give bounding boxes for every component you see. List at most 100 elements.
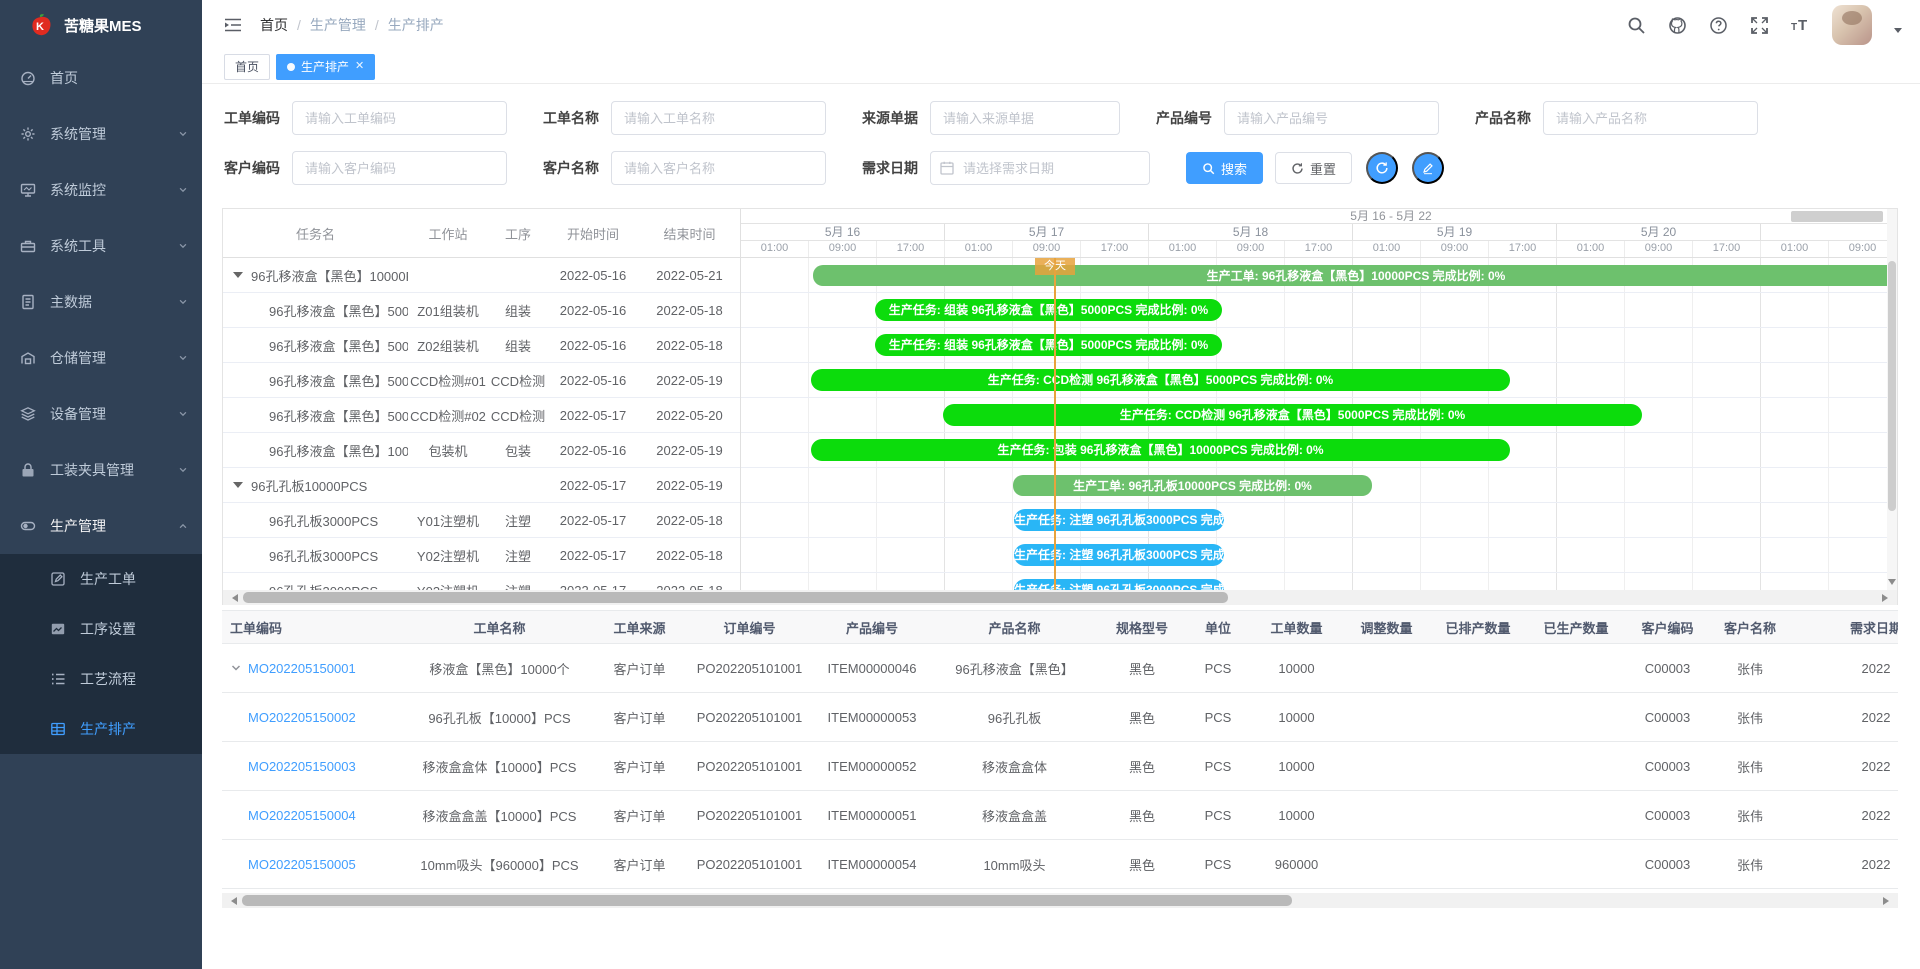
workstation-cell: 包装机 [408,441,488,460]
task-bar[interactable]: 生产任务: CCD检测 96孔移液盒【黑色】5000PCS 完成比例: 0% [811,369,1510,391]
row-expand-chevron-icon[interactable] [230,662,242,674]
filter-input-来源单据[interactable] [930,101,1120,135]
gantt-task-row[interactable]: 96孔移液盒【黑色】5000PCSCCD检测#02CCD检测2022-05-17… [223,398,740,433]
filter-input-客户编码[interactable] [292,151,507,185]
orders-hscroll-right-arrow[interactable] [1883,897,1893,905]
chevron-down-icon [178,297,188,307]
font-size-icon[interactable]: TT [1791,16,1810,35]
gantt-task-row[interactable]: 96孔移液盒【黑色】10000PCS2022-05-162022-05-21 [223,258,740,293]
orders-column-header: 调整数量 [1344,618,1429,637]
work-order-bar[interactable]: 生产工单: 96孔移液盒【黑色】10000PCS 完成比例: 0% [813,265,1887,286]
work-order-bar[interactable]: 生产工单: 96孔孔板10000PCS 完成比例: 0% [1013,475,1372,496]
help-icon[interactable] [1709,16,1728,35]
gantt-hscroll-right-arrow[interactable] [1882,594,1892,602]
work-order-link[interactable]: MO202205150001 [248,661,356,676]
sidebar-item-系统管理[interactable]: 系统管理 [0,106,202,162]
sidebar-item-生产工单[interactable]: 生产工单 [0,554,202,604]
sidebar-item-工序设置[interactable]: 工序设置 [0,604,202,654]
breadcrumb-item[interactable]: 生产排产 [388,15,444,35]
gantt-task-row[interactable]: 96孔移液盒【黑色】5000PCSZ01组装机组装2022-05-162022-… [223,293,740,328]
breadcrumb-item[interactable]: 首页 [260,15,288,35]
gantt-task-row[interactable]: 96孔移液盒【黑色】10000PCS包装机包装2022-05-162022-05… [223,433,740,468]
filter-input-工单名称[interactable] [611,101,826,135]
gantt-vscroll-thumb[interactable] [1888,261,1896,511]
gantt-hscroll-left-arrow[interactable] [228,594,238,602]
gantt-vertical-scrollbar[interactable] [1887,209,1897,591]
orders-cell: PCS [1187,759,1249,774]
orders-cell: 96孔孔板 [932,708,1097,727]
search-icon[interactable] [1627,16,1646,35]
orders-cell: 张伟 [1710,659,1790,678]
image-icon [50,621,66,637]
filter-input-工单编码[interactable] [292,101,507,135]
sidebar-item-生产排产[interactable]: 生产排产 [0,704,202,754]
reset-button[interactable]: 重置 [1275,152,1352,184]
orders-hscroll-left-arrow[interactable] [227,897,237,905]
sidebar-item-仓储管理[interactable]: 仓储管理 [0,330,202,386]
sidebar-item-工艺流程[interactable]: 工艺流程 [0,654,202,704]
avatar[interactable] [1832,5,1872,45]
app-logo[interactable]: K 苦糖果MES [0,0,202,50]
work-order-link[interactable]: MO202205150004 [248,808,356,823]
github-icon[interactable] [1668,16,1687,35]
work-order-link[interactable]: MO202205150002 [248,710,356,725]
tab-首页[interactable]: 首页 [224,54,270,80]
edit-circle-button[interactable] [1412,152,1444,184]
task-bar[interactable]: 生产任务: 注塑 96孔孔板3000PCS 完成比例: 0% [1014,509,1224,531]
expand-caret-icon[interactable] [233,272,243,278]
gantt-day-label: 5月 19 [1353,224,1557,240]
work-order-link[interactable]: MO202205150005 [248,857,356,872]
orders-cell: 客户订单 [592,659,687,678]
gantt-hscroll-thumb[interactable] [243,592,1228,603]
filter-input-产品名称[interactable] [1543,101,1758,135]
sidebar-item-label: 工装夹具管理 [50,460,178,480]
demand-date-input[interactable] [930,151,1150,185]
gantt-task-row[interactable]: 96孔移液盒【黑色】5000PCSZ02组装机组装2022-05-162022-… [223,328,740,363]
fullscreen-icon[interactable] [1750,16,1769,35]
orders-table-row: MO20220515000510mm吸头【960000】PCS客户订单PO202… [222,840,1898,889]
sidebar-item-生产管理[interactable]: 生产管理 [0,498,202,554]
sidebar-item-主数据[interactable]: 主数据 [0,274,202,330]
sidebar-item-首页[interactable]: 首页 [0,50,202,106]
breadcrumb-item[interactable]: 生产管理 [310,15,366,35]
sidebar-item-设备管理[interactable]: 设备管理 [0,386,202,442]
task-bar[interactable]: 生产任务: 注塑 96孔孔板3000PCS 完成比例: 0% [1014,579,1224,590]
task-bar[interactable]: 生产任务: 包装 96孔移液盒【黑色】10000PCS 完成比例: 0% [811,439,1510,461]
refresh-icon [1375,161,1389,175]
caret-down-icon[interactable] [1894,28,1902,37]
search-button[interactable]: 搜索 [1186,152,1263,184]
orders-column-header: 订单编号 [687,618,812,637]
gantt-task-row[interactable]: 96孔孔板10000PCS2022-05-172022-05-19 [223,468,740,503]
task-bar[interactable]: 生产任务: 组装 96孔移液盒【黑色】5000PCS 完成比例: 0% [875,334,1222,356]
gantt-task-row[interactable]: 96孔移液盒【黑色】5000PCSCCD检测#01CCD检测2022-05-16… [223,363,740,398]
breadcrumb-separator: / [297,17,301,33]
orders-column-header: 产品编号 [812,618,932,637]
task-bar[interactable]: 生产任务: 注塑 96孔孔板3000PCS 完成比例: 0% [1014,544,1224,566]
gantt-scroll-thumb[interactable] [1791,211,1883,222]
orders-cell: 张伟 [1710,855,1790,874]
gantt-hour-label: 09:00 [1625,241,1693,257]
gantt-horizontal-scrollbar[interactable] [223,590,1897,605]
sidebar-collapse-icon[interactable] [224,17,242,33]
task-bar[interactable]: 生产任务: 组装 96孔移液盒【黑色】5000PCS 完成比例: 0% [875,299,1222,321]
gantt-task-row[interactable]: 96孔孔板3000PCSY01注塑机注塑2022-05-172022-05-18 [223,503,740,538]
orders-horizontal-scrollbar[interactable] [222,893,1898,908]
filter-input-客户名称[interactable] [611,151,826,185]
expand-caret-icon[interactable] [233,482,243,488]
tab-close-icon[interactable]: ✕ [355,61,364,72]
sidebar-item-系统监控[interactable]: 系统监控 [0,162,202,218]
sidebar-item-系统工具[interactable]: 系统工具 [0,218,202,274]
work-order-link[interactable]: MO202205150003 [248,759,356,774]
process-cell: 组装 [488,336,548,355]
gantt-vscroll-down-arrow[interactable] [1888,579,1896,589]
filter-input-产品编号[interactable] [1224,101,1439,135]
start-time-cell: 2022-05-16 [548,268,638,283]
orders-hscroll-thumb[interactable] [242,895,1292,906]
refresh-circle-button[interactable] [1366,152,1398,184]
sidebar-item-工装夹具管理[interactable]: 工装夹具管理 [0,442,202,498]
orders-cell: 10mm吸头 [932,855,1097,874]
orders-cell: 2022 [1790,857,1898,872]
task-bar[interactable]: 生产任务: CCD检测 96孔移液盒【黑色】5000PCS 完成比例: 0% [943,404,1642,426]
tab-生产排产[interactable]: 生产排产✕ [276,54,375,80]
gantt-task-row[interactable]: 96孔孔板3000PCSY02注塑机注塑2022-05-172022-05-18 [223,538,740,573]
